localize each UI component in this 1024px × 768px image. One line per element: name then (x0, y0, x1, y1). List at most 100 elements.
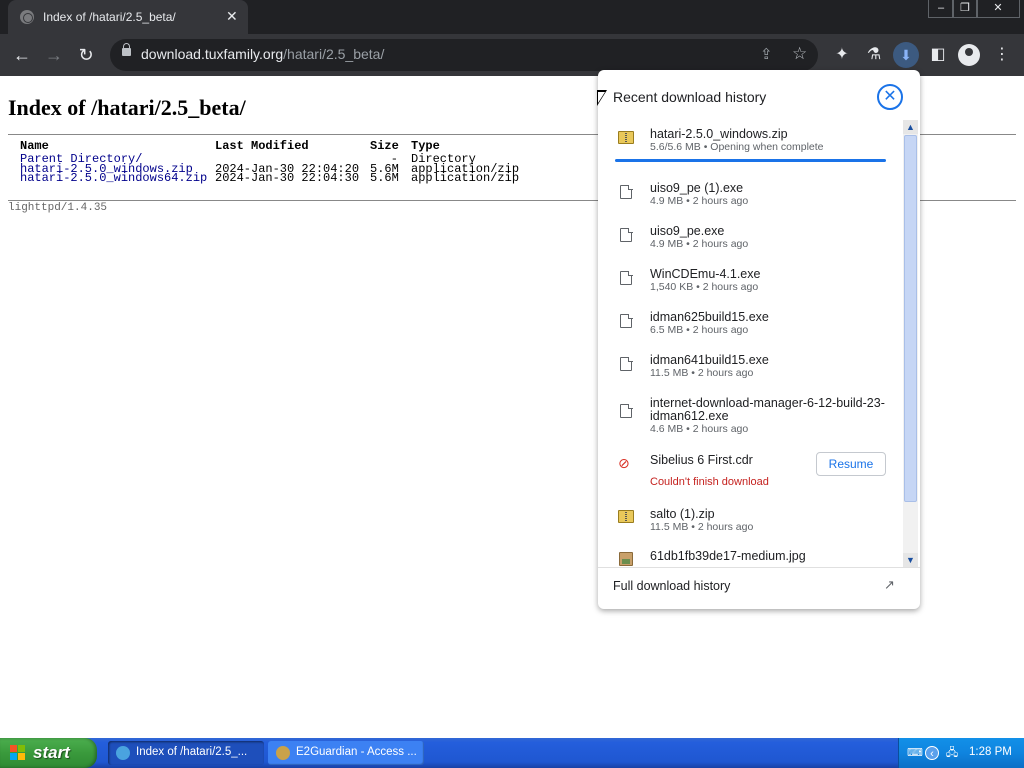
lock-icon[interactable] (122, 43, 131, 56)
tab-strip: Index of /hatari/2.5_beta/ ✕ – ❐ ✕ (0, 0, 1024, 34)
panel-title: Recent download history (613, 89, 767, 105)
download-meta: 11.5 MB • 2 hours ago (650, 521, 754, 533)
browser-tab[interactable]: Index of /hatari/2.5_beta/ ✕ (8, 0, 248, 34)
full-history-label: Full download history (613, 579, 731, 593)
keyboard-icon[interactable]: ⌨ (907, 746, 923, 760)
download-list: hatari-2.5.0_windows.zip 5.6/5.6 MB • Op… (598, 120, 903, 566)
download-item[interactable]: idman625build15.exe 6.5 MB • 2 hours ago (598, 306, 903, 346)
app-icon (276, 746, 290, 760)
network-icon[interactable]: 🖧 (945, 746, 959, 760)
download-name: idman625build15.exe (650, 310, 769, 324)
column-header-name[interactable]: Name (20, 140, 49, 151)
reload-icon[interactable]: ↻ (74, 43, 98, 67)
url-path: /hatari/2.5_beta/ (283, 46, 385, 62)
file-icon (620, 270, 633, 285)
column-header-modified[interactable]: Last Modified (215, 140, 309, 151)
profile-avatar-icon[interactable] (958, 44, 980, 66)
extensions-puzzle-icon[interactable]: ✦ (830, 43, 854, 67)
row-modified: 2024-Jan-30 22:04:30 (215, 171, 360, 185)
mouse-cursor-icon (597, 90, 607, 106)
full-history-link[interactable]: Full download history ↗ (598, 567, 920, 609)
download-item[interactable]: uiso9_pe (1).exe 4.9 MB • 2 hours ago (598, 177, 903, 217)
download-meta: 4.9 MB • 2 hours ago (650, 195, 749, 207)
download-name: hatari-2.5.0_windows.zip (650, 127, 788, 141)
file-icon (620, 356, 633, 371)
server-signature: lighttpd/1.4.35 (8, 202, 108, 214)
maximize-button[interactable]: ❐ (952, 0, 978, 18)
open-external-icon: ↗ (884, 577, 895, 592)
tray-expand-icon[interactable]: ‹ (925, 746, 939, 760)
taskbar: start Index of /hatari/2.5_... E2Guardia… (0, 738, 1024, 768)
download-meta: 11.5 MB • 2 hours ago (650, 367, 754, 379)
page-heading: Index of /hatari/2.5_beta/ (8, 95, 246, 120)
download-item[interactable]: salto (1).zip 11.5 MB • 2 hours ago (598, 503, 903, 543)
taskbar-item-browser[interactable]: Index of /hatari/2.5_... (108, 741, 264, 765)
bookmark-star-icon[interactable]: ☆ (792, 44, 807, 64)
zip-icon (618, 510, 634, 523)
download-meta: 4.6 MB • 2 hours ago (650, 423, 749, 435)
tab-close-icon[interactable]: ✕ (226, 8, 238, 24)
file-link-windows64-zip[interactable]: hatari-2.5.0_windows64.zip (20, 172, 207, 183)
column-header-type[interactable]: Type (411, 140, 440, 151)
column-header-size[interactable]: Size (370, 140, 399, 151)
download-name-line2: idman612.exe (650, 409, 729, 423)
taskbar-item-label: E2Guardian - Access ... (296, 746, 417, 758)
download-name: WinCDEmu-4.1.exe (650, 267, 761, 281)
download-failed-icon: ⊘ (618, 455, 630, 471)
download-name-line1: internet-download-manager-6-12-build-23- (650, 396, 885, 410)
file-icon (620, 313, 633, 328)
share-icon[interactable]: ⇪ (760, 45, 773, 63)
download-name: 61db1fb39de17-medium.jpg (650, 549, 806, 563)
address-bar[interactable]: download.tuxfamily.org/hatari/2.5_beta/ … (110, 39, 818, 71)
download-name: uiso9_pe.exe (650, 224, 725, 238)
minimize-button[interactable]: – (928, 0, 954, 18)
download-meta: 4.9 MB • 2 hours ago (650, 238, 749, 250)
download-meta: 1,540 KB • 2 hours ago (650, 281, 759, 293)
forward-arrow-icon[interactable]: → (42, 43, 66, 67)
download-item-failed[interactable]: ⊘ Sibelius 6 First.cdr Couldn't finish d… (598, 449, 903, 499)
globe-icon (20, 10, 34, 24)
download-item[interactable]: internet-download-manager-6-12-build-23-… (598, 392, 903, 446)
download-item[interactable]: idman641build15.exe 11.5 MB • 2 hours ag… (598, 349, 903, 389)
download-icon[interactable]: ⬇ (893, 42, 919, 68)
start-button[interactable]: start (0, 738, 97, 768)
menu-kebab-icon[interactable]: ⋮ (990, 43, 1014, 67)
taskbar-item-e2guardian[interactable]: E2Guardian - Access ... (268, 741, 424, 765)
system-tray: ⌨ ‹ 🖧 1:28 PM (898, 738, 1024, 768)
taskbar-item-label: Index of /hatari/2.5_... (136, 746, 248, 758)
scroll-down-arrow-icon[interactable]: ▼ (903, 553, 918, 567)
download-name: Sibelius 6 First.cdr (650, 453, 753, 467)
side-panel-icon[interactable]: ◧ (926, 43, 950, 67)
resume-button[interactable]: Resume (816, 452, 886, 476)
scrollbar-thumb[interactable] (904, 135, 917, 502)
download-name: salto (1).zip (650, 507, 715, 521)
close-panel-button[interactable]: ✕ (877, 84, 903, 110)
file-icon (620, 184, 633, 199)
row-size: 5.6M (370, 171, 399, 185)
image-icon (619, 552, 633, 566)
download-meta: 6.5 MB • 2 hours ago (650, 324, 749, 336)
tab-title: Index of /hatari/2.5_beta/ (43, 10, 176, 24)
url-host: download.tuxfamily.org (141, 46, 284, 62)
start-label: start (33, 743, 70, 762)
clock: 1:28 PM (969, 746, 1012, 758)
download-item[interactable]: uiso9_pe.exe 4.9 MB • 2 hours ago (598, 220, 903, 260)
zip-icon (618, 131, 634, 144)
row-type: application/zip (411, 171, 520, 185)
scroll-up-arrow-icon[interactable]: ▲ (903, 120, 918, 134)
download-list-scrollbar[interactable]: ▲ ▼ (903, 120, 918, 567)
url-text[interactable]: download.tuxfamily.org/hatari/2.5_beta/ (141, 46, 384, 62)
download-item[interactable]: hatari-2.5.0_windows.zip 5.6/5.6 MB • Op… (598, 120, 903, 170)
windows-flag-icon (10, 745, 26, 761)
download-error: Couldn't finish download (650, 476, 769, 488)
download-progress-bar (615, 159, 886, 162)
download-name: idman641build15.exe (650, 353, 769, 367)
file-icon (620, 403, 633, 418)
download-meta: 5.6/5.6 MB • Opening when complete (650, 141, 824, 153)
close-window-button[interactable]: ✕ (976, 0, 1020, 18)
back-arrow-icon[interactable]: ← (10, 43, 34, 67)
labs-flask-icon[interactable]: ⚗ (862, 43, 886, 67)
browser-icon (116, 746, 130, 760)
download-item[interactable]: WinCDEmu-4.1.exe 1,540 KB • 2 hours ago (598, 263, 903, 303)
download-item[interactable]: 61db1fb39de17-medium.jpg (598, 546, 903, 566)
